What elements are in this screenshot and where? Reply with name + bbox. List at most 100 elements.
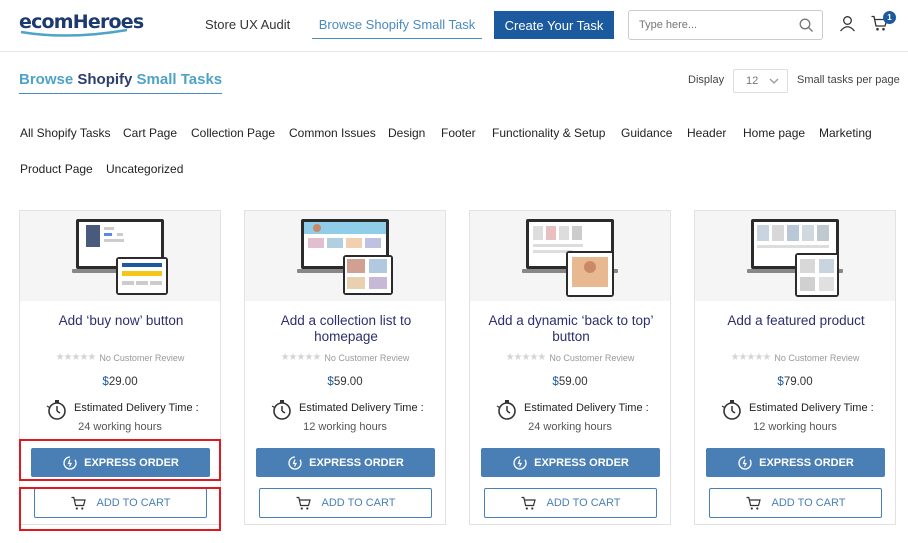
delivery-label: Estimated Delivery Time : bbox=[299, 402, 424, 414]
delivery-time: 24 working hours bbox=[528, 421, 612, 433]
category-design[interactable]: Design bbox=[388, 126, 425, 140]
delivery-label: Estimated Delivery Time : bbox=[749, 402, 874, 414]
page-title-part1: Browse bbox=[19, 71, 74, 88]
price-value: 79.00 bbox=[783, 376, 813, 388]
delivery-label: Estimated Delivery Time : bbox=[524, 402, 649, 414]
review-count: No Customer Review bbox=[549, 352, 635, 363]
nav-store-ux-audit[interactable]: Store UX Audit bbox=[205, 17, 290, 32]
task-title[interactable]: Add a featured product bbox=[703, 313, 889, 329]
rating: ★★★★★ No Customer Review bbox=[470, 352, 670, 363]
ecomheroes-logo[interactable]: ecomHeroes bbox=[19, 9, 144, 37]
express-timer-icon bbox=[513, 455, 527, 470]
rating-stars-icon: ★★★★★ bbox=[280, 352, 322, 363]
express-order-label: EXPRESS ORDER bbox=[534, 456, 629, 469]
category-functionality-setup[interactable]: Functionality & Setup bbox=[492, 126, 605, 140]
category-guidance[interactable]: Guidance bbox=[621, 126, 672, 140]
rating-stars-icon: ★★★★★ bbox=[730, 352, 772, 363]
delivery-info: Estimated Delivery Time : bbox=[271, 399, 431, 420]
search-input[interactable] bbox=[639, 17, 789, 33]
delivery-info: Estimated Delivery Time : bbox=[721, 399, 881, 420]
search-icon[interactable] bbox=[799, 18, 814, 33]
display-count-select[interactable]: 12 bbox=[733, 69, 788, 93]
review-count: No Customer Review bbox=[99, 352, 185, 363]
add-to-cart-button[interactable]: ADD TO CART bbox=[484, 488, 657, 518]
category-header[interactable]: Header bbox=[687, 126, 726, 140]
category-product-page[interactable]: Product Page bbox=[20, 162, 93, 176]
rating-stars-icon: ★★★★★ bbox=[505, 352, 547, 363]
page-title-part2: Shopify bbox=[77, 71, 133, 88]
express-order-highlight-box bbox=[19, 439, 221, 481]
category-home-page[interactable]: Home page bbox=[743, 126, 805, 140]
add-cart-icon bbox=[521, 496, 536, 510]
per-page-label: Small tasks per page bbox=[797, 74, 900, 86]
delivery-info: Estimated Delivery Time : bbox=[496, 399, 656, 420]
express-timer-icon bbox=[288, 455, 302, 470]
price: $59.00 bbox=[245, 376, 445, 388]
product-thumbnail[interactable] bbox=[20, 211, 220, 301]
product-thumbnail[interactable] bbox=[695, 211, 895, 301]
page-title-part3: Small Tasks bbox=[136, 71, 223, 88]
delivery-time: 12 working hours bbox=[753, 421, 837, 433]
site-header: ecomHeroes Store UX Audit Browse Shopify… bbox=[0, 0, 908, 52]
logo-swoosh-icon bbox=[20, 28, 128, 37]
review-count: No Customer Review bbox=[324, 352, 410, 363]
laptop-mockup-image bbox=[297, 219, 393, 295]
search-box bbox=[628, 10, 823, 40]
category-uncategorized[interactable]: Uncategorized bbox=[106, 162, 183, 176]
category-footer[interactable]: Footer bbox=[441, 126, 476, 140]
add-to-cart-button[interactable]: ADD TO CART bbox=[259, 488, 432, 518]
rating: ★★★★★ No Customer Review bbox=[695, 352, 895, 363]
express-order-label: EXPRESS ORDER bbox=[309, 456, 404, 469]
category-marketing[interactable]: Marketing bbox=[819, 126, 872, 140]
display-label: Display bbox=[688, 74, 725, 86]
create-your-task-button[interactable]: Create Your Task bbox=[494, 11, 614, 39]
stopwatch-icon bbox=[271, 400, 291, 420]
laptop-mockup-image bbox=[522, 219, 618, 297]
add-to-cart-button[interactable]: ADD TO CART bbox=[709, 488, 882, 518]
task-title[interactable]: Add ‘buy now’ button bbox=[28, 313, 214, 329]
product-thumbnail[interactable] bbox=[470, 211, 670, 301]
product-thumbnail[interactable] bbox=[245, 211, 445, 301]
user-account-icon[interactable] bbox=[839, 15, 856, 32]
task-card: Add a collection list to homepage ★★★★★ … bbox=[244, 210, 446, 525]
price-value: 59.00 bbox=[558, 376, 588, 388]
laptop-mockup-image bbox=[72, 219, 168, 295]
task-title[interactable]: Add a collection list to homepage bbox=[253, 313, 439, 345]
stopwatch-icon bbox=[46, 400, 66, 420]
price-value: 59.00 bbox=[333, 376, 363, 388]
add-to-cart-label: ADD TO CART bbox=[321, 497, 396, 509]
rating-stars-icon: ★★★★★ bbox=[55, 352, 97, 363]
display-count-value: 12 bbox=[746, 75, 759, 87]
delivery-info: Estimated Delivery Time : bbox=[46, 399, 206, 420]
rating: ★★★★★ No Customer Review bbox=[20, 352, 220, 363]
price-value: 29.00 bbox=[108, 376, 138, 388]
price: $59.00 bbox=[470, 376, 670, 388]
task-title[interactable]: Add a dynamic ‘back to top’ button bbox=[478, 313, 664, 345]
task-card: Add a dynamic ‘back to top’ button ★★★★★… bbox=[469, 210, 671, 525]
add-cart-icon bbox=[296, 496, 311, 510]
chevron-down-icon bbox=[769, 78, 779, 84]
express-order-button[interactable]: EXPRESS ORDER bbox=[706, 448, 885, 477]
category-cart-page[interactable]: Cart Page bbox=[123, 126, 177, 140]
add-cart-icon bbox=[746, 496, 761, 510]
page-title: Browse Shopify Small Tasks bbox=[19, 71, 223, 94]
add-to-cart-label: ADD TO CART bbox=[771, 497, 846, 509]
add-to-cart-highlight-box bbox=[19, 487, 221, 531]
laptop-mockup-image bbox=[747, 219, 843, 297]
rating: ★★★★★ No Customer Review bbox=[245, 352, 445, 363]
price: $79.00 bbox=[695, 376, 895, 388]
express-order-label: EXPRESS ORDER bbox=[759, 456, 854, 469]
express-timer-icon bbox=[738, 455, 752, 470]
review-count: No Customer Review bbox=[774, 352, 860, 363]
express-order-button[interactable]: EXPRESS ORDER bbox=[481, 448, 660, 477]
delivery-label: Estimated Delivery Time : bbox=[74, 402, 199, 414]
price: $29.00 bbox=[20, 376, 220, 388]
express-order-button[interactable]: EXPRESS ORDER bbox=[256, 448, 435, 477]
add-to-cart-label: ADD TO CART bbox=[546, 497, 621, 509]
category-collection-page[interactable]: Collection Page bbox=[191, 126, 275, 140]
category-all-shopify-tasks[interactable]: All Shopify Tasks bbox=[20, 126, 111, 140]
category-common-issues[interactable]: Common Issues bbox=[289, 126, 376, 140]
nav-browse-small-task[interactable]: Browse Shopify Small Task bbox=[312, 17, 482, 39]
stopwatch-icon bbox=[496, 400, 516, 420]
cart-count-badge: 1 bbox=[883, 11, 896, 24]
